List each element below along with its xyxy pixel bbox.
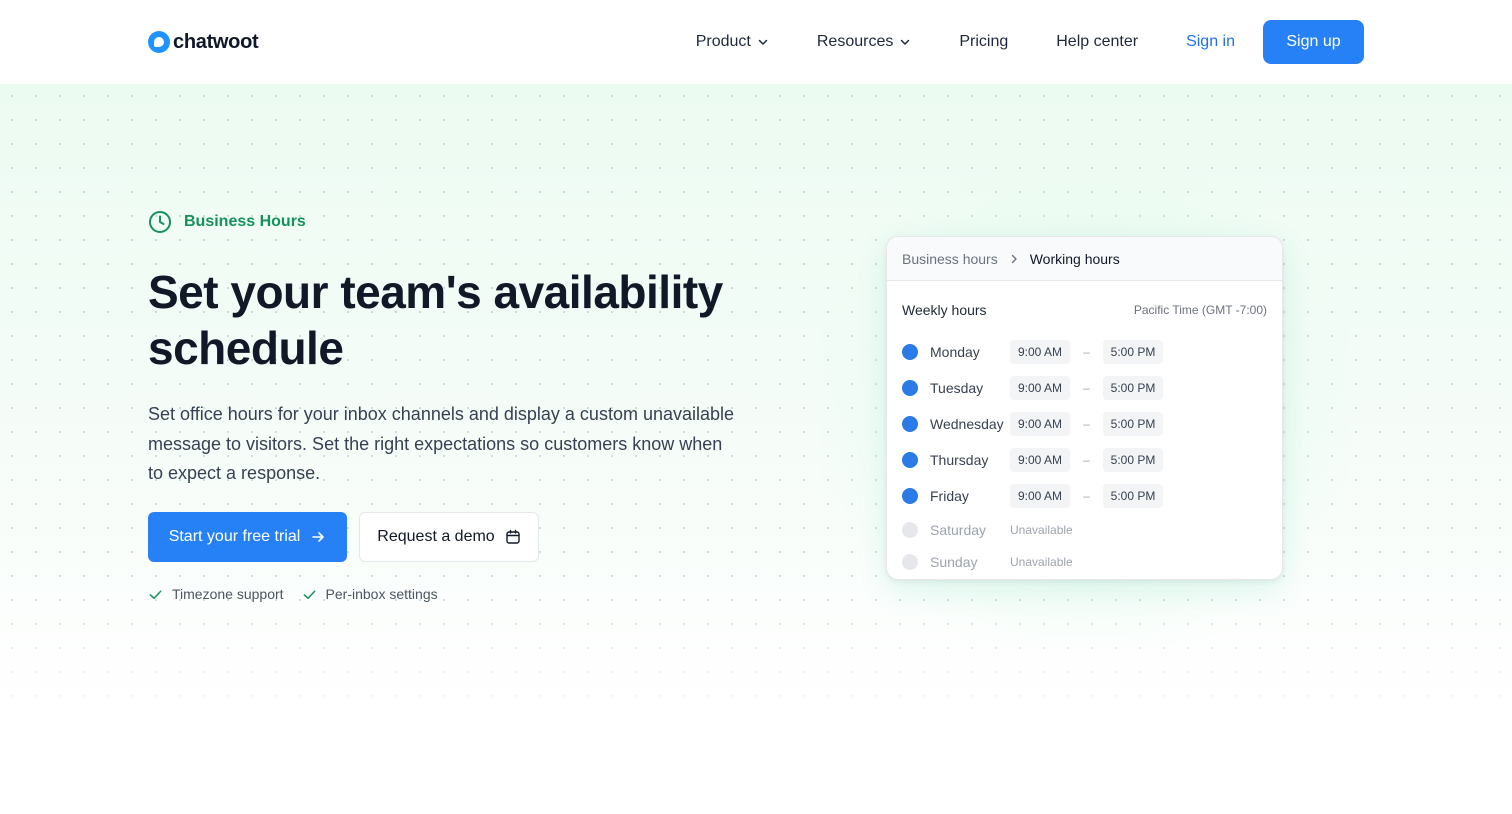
feature-list: Timezone support Per-inbox settings — [148, 586, 438, 602]
sign-up-button[interactable]: Sign up — [1263, 20, 1364, 64]
feature-label: Per-inbox settings — [325, 586, 438, 602]
request-demo-label: Request a demo — [377, 528, 495, 545]
chevron-down-icon — [758, 39, 768, 45]
main-nav: Product Resources Pricing Help center Si… — [696, 20, 1364, 64]
nav-help-center[interactable]: Help center — [1056, 33, 1138, 51]
card-breadcrumb: Business hours Working hours — [887, 237, 1282, 281]
day-row-sunday: Sunday Unavailable — [902, 546, 1267, 578]
nav-product-label: Product — [695, 33, 751, 50]
day-name: Monday — [930, 344, 980, 360]
day-row-tuesday: Tuesday 9:00 AM – 5:00 PM — [902, 370, 1267, 406]
nav-resources-label: Resources — [816, 33, 894, 50]
breadcrumb-working-hours: Working hours — [1029, 250, 1120, 267]
day-name: Sunday — [930, 554, 978, 570]
check-icon — [149, 589, 162, 599]
chevron-right-icon — [1011, 254, 1017, 263]
end-time[interactable]: 5:00 PM — [1103, 340, 1163, 364]
day-name: Wednesday — [930, 416, 1004, 432]
hero-title: Set your team's availability schedule — [148, 266, 723, 374]
day-toggle[interactable] — [902, 344, 918, 360]
nav-resources[interactable]: Resources — [817, 33, 911, 51]
nav-help-center-label: Help center — [1056, 33, 1139, 50]
breadcrumb-business-hours[interactable]: Business hours — [902, 251, 998, 267]
day-name: Tuesday — [930, 380, 984, 396]
day-toggle[interactable] — [902, 522, 918, 538]
feature-label: Timezone support — [172, 586, 284, 602]
eyebrow: Business Hours — [148, 210, 306, 234]
hero-description: Set office hours for your inbox channels… — [148, 404, 735, 483]
chevron-down-icon — [901, 39, 910, 45]
sign-in-link[interactable]: Sign in — [1186, 33, 1235, 51]
start-free-trial-label: Start your free trial — [168, 528, 301, 545]
business-hours-card: Business hours Working hours Weekly hour… — [886, 236, 1283, 580]
feature-item: Timezone support — [148, 586, 284, 602]
end-time[interactable]: 5:00 PM — [1103, 448, 1163, 472]
time-separator: – — [1083, 417, 1090, 431]
day-row-thursday: Thursday 9:00 AM – 5:00 PM — [902, 442, 1267, 478]
nav-pricing[interactable]: Pricing — [959, 33, 1008, 51]
start-time[interactable]: 9:00 AM — [1010, 340, 1070, 364]
site-header: chatwoot Product Resources Pricing Help … — [0, 0, 1512, 84]
day-toggle[interactable] — [902, 554, 918, 570]
day-toggle[interactable] — [902, 488, 918, 504]
start-free-trial-button[interactable]: Start your free trial — [148, 512, 347, 562]
request-demo-button[interactable]: Request a demo — [359, 512, 539, 562]
end-time[interactable]: 5:00 PM — [1103, 484, 1163, 508]
unavailable-label: Unavailable — [1010, 523, 1073, 537]
day-name: Saturday — [930, 522, 987, 538]
weekly-hours-title: Weekly hours — [902, 302, 987, 318]
feature-item: Per-inbox settings — [302, 586, 438, 602]
nav-product[interactable]: Product — [696, 33, 769, 51]
day-toggle[interactable] — [902, 380, 918, 396]
day-toggle[interactable] — [902, 452, 918, 468]
arrow-right-icon — [312, 532, 325, 542]
start-time[interactable]: 9:00 AM — [1010, 448, 1070, 472]
time-separator: – — [1083, 381, 1090, 395]
eyebrow-label: Business Hours — [184, 213, 306, 230]
end-time[interactable]: 5:00 PM — [1103, 376, 1163, 400]
day-row-wednesday: Wednesday 9:00 AM – 5:00 PM — [902, 406, 1267, 442]
start-time[interactable]: 9:00 AM — [1010, 376, 1070, 400]
brand-logo[interactable]: chatwoot — [148, 30, 259, 54]
day-row-saturday: Saturday Unavailable — [902, 514, 1267, 546]
unavailable-label: Unavailable — [1010, 555, 1073, 569]
calendar-icon — [506, 529, 520, 544]
start-time[interactable]: 9:00 AM — [1010, 484, 1070, 508]
time-separator: – — [1083, 345, 1090, 359]
cta-row: Start your free trial Request a demo — [148, 512, 539, 562]
card-subheader: Weekly hours Pacific Time (GMT -7:00) — [887, 281, 1282, 321]
day-list: Monday 9:00 AM – 5:00 PM Tuesday 9:00 AM… — [887, 321, 1282, 578]
day-row-monday: Monday 9:00 AM – 5:00 PM — [902, 334, 1267, 370]
time-separator: – — [1083, 453, 1090, 467]
check-icon — [303, 589, 315, 599]
nav-pricing-label: Pricing — [959, 33, 1009, 50]
brand-name: chatwoot — [173, 30, 259, 53]
day-name: Thursday — [930, 452, 989, 468]
chatwoot-logo-icon — [148, 31, 170, 53]
end-time[interactable]: 5:00 PM — [1103, 412, 1163, 436]
timezone-label: Pacific Time (GMT -7:00) — [1133, 303, 1267, 317]
clock-icon — [149, 211, 171, 233]
time-separator: – — [1083, 489, 1090, 503]
day-name: Friday — [930, 488, 969, 504]
day-row-friday: Friday 9:00 AM – 5:00 PM — [902, 478, 1267, 514]
start-time[interactable]: 9:00 AM — [1010, 412, 1070, 436]
day-toggle[interactable] — [902, 416, 918, 432]
